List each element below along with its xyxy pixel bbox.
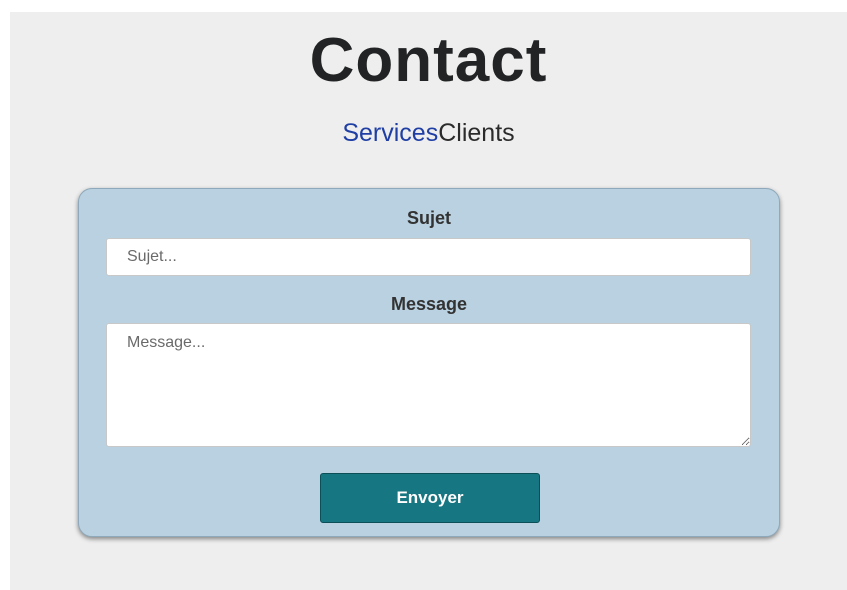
page-title: Contact [309, 26, 548, 95]
subject-input[interactable] [106, 238, 751, 276]
contact-form: Sujet Message Envoyer [78, 188, 780, 537]
send-button[interactable]: Envoyer [320, 473, 540, 523]
message-textarea[interactable] [106, 323, 751, 447]
message-label: Message [390, 294, 468, 314]
page-container: Contact ServicesClients Sujet Message En… [10, 12, 847, 590]
nav-link-services[interactable]: Services [342, 119, 438, 147]
nav-link-clients[interactable]: Clients [438, 119, 514, 147]
nav-links: ServicesClients [10, 121, 847, 146]
subject-label: Sujet [406, 208, 451, 228]
